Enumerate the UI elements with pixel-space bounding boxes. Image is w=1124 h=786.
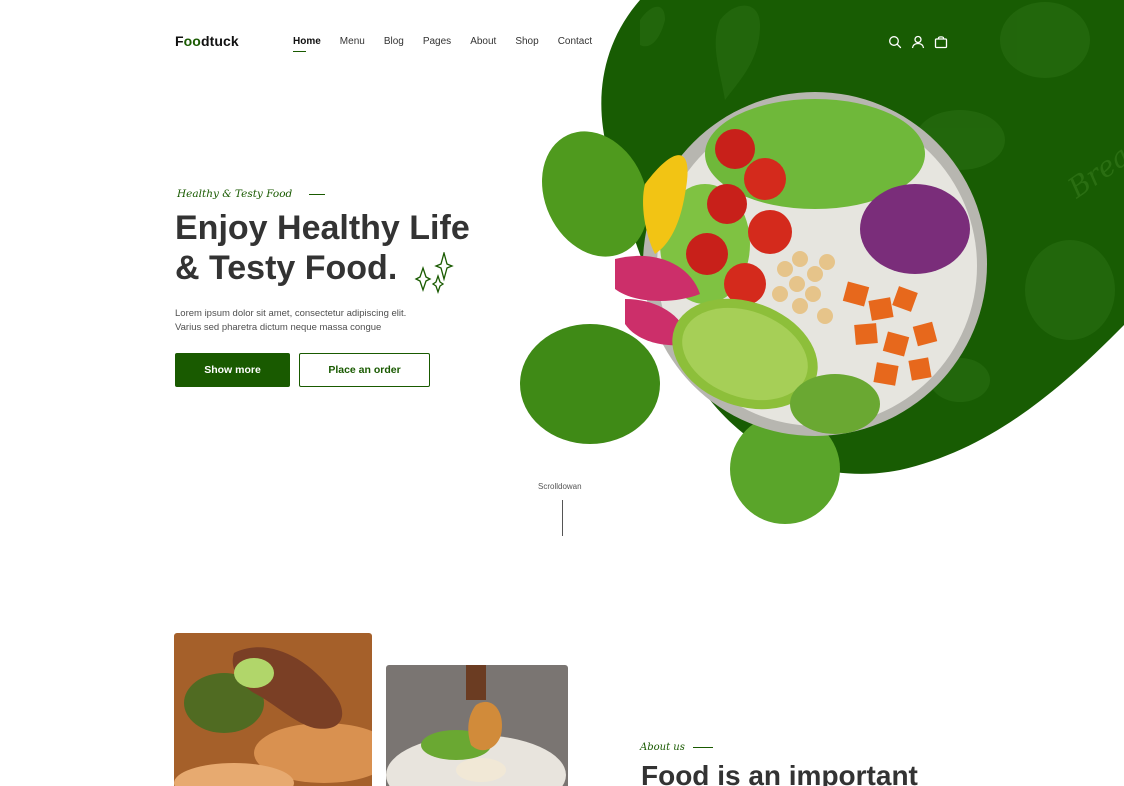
main-nav: Home Menu Blog Pages About Shop Contact: [293, 36, 611, 52]
about-photo-dip: [386, 665, 568, 786]
nav-home[interactable]: Home: [293, 36, 321, 52]
hero-title-line1: Enjoy Healthy Life: [175, 209, 470, 247]
scroll-down-line: [562, 500, 563, 536]
about-tagline-divider: [692, 747, 713, 748]
about-tagline: About us: [640, 742, 713, 753]
nav-menu[interactable]: Menu: [340, 36, 365, 47]
place-order-button[interactable]: Place an order: [299, 353, 430, 387]
hero-tagline-text: Healthy & Testy Food: [177, 188, 293, 200]
nav-contact[interactable]: Contact: [558, 36, 592, 47]
site-logo[interactable]: Foodtuck: [175, 33, 239, 49]
logo-text-prefix: F: [175, 33, 184, 49]
about-tagline-text: About us: [640, 742, 685, 753]
user-icon[interactable]: [911, 35, 925, 49]
hero-description-line2: Varius sed pharetra dictum neque massa c…: [175, 322, 382, 333]
hero-description: Lorem ipsum dolor sit amet, consectetur …: [175, 307, 465, 335]
salad-bowl-image: [520, 92, 987, 524]
sparkle-icon: [414, 252, 454, 295]
scroll-down-label[interactable]: Scrolldowan: [538, 482, 582, 491]
about-title: Food is an important: [641, 760, 918, 786]
hero-description-line1: Lorem ipsum dolor sit amet, consectetur …: [175, 308, 407, 319]
tagline-divider: [309, 193, 326, 195]
search-icon[interactable]: [888, 35, 902, 49]
bag-icon[interactable]: [934, 35, 948, 49]
nav-blog[interactable]: Blog: [384, 36, 404, 47]
show-more-button[interactable]: Show more: [175, 353, 290, 387]
logo-text-accent: oo: [183, 33, 201, 49]
about-photo-squeeze: [174, 633, 372, 786]
nav-about[interactable]: About: [470, 36, 496, 47]
logo-text-suffix: dtuck: [200, 33, 239, 49]
nav-pages[interactable]: Pages: [423, 36, 451, 47]
nav-shop[interactable]: Shop: [515, 36, 538, 47]
header-icons: [888, 35, 948, 49]
hero-title-line2: & Testy Food.: [175, 249, 398, 287]
hero-tagline: Healthy & Testy Food: [177, 188, 326, 200]
